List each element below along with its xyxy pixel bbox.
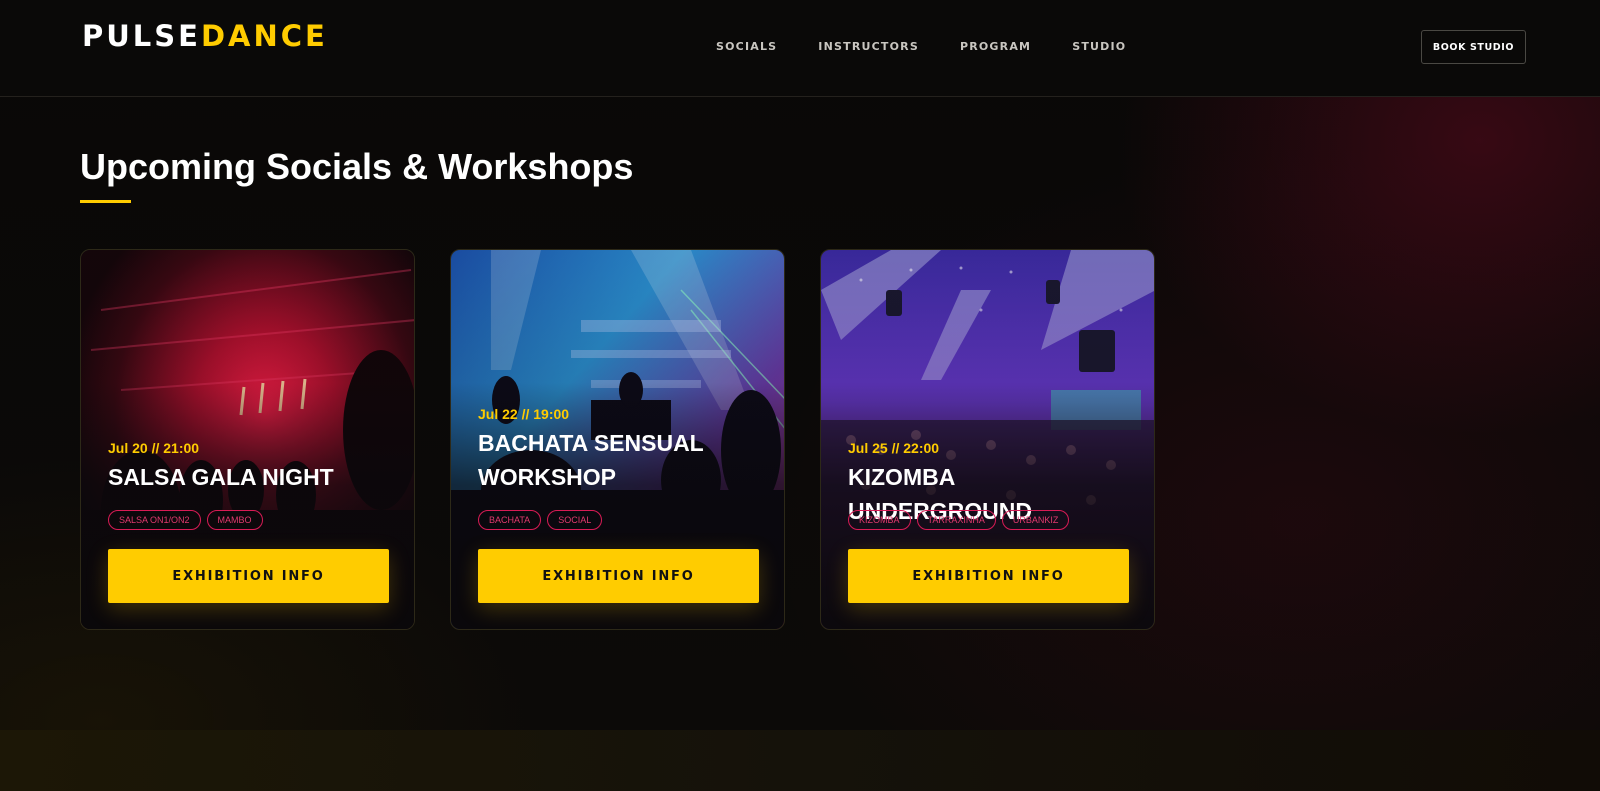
event-title: BACHATA SENSUAL WORKSHOP bbox=[478, 430, 704, 490]
nav-program[interactable]: PROGRAM bbox=[960, 40, 1031, 53]
next-section-band bbox=[0, 730, 1600, 791]
event-tag: TARRAXINHA bbox=[916, 510, 996, 530]
event-tag: MAMBO bbox=[206, 510, 263, 530]
event-tag: BACHATA bbox=[478, 510, 542, 530]
event-date: Jul 25 // 22:00 bbox=[848, 440, 940, 456]
event-date: Jul 22 // 19:00 bbox=[478, 406, 570, 422]
event-card-salsa: Jul 20 // 21:00 SALSA GALA NIGHT SALSA O… bbox=[80, 249, 415, 630]
event-tag: SOCIAL bbox=[547, 510, 603, 530]
event-tag: SALSA ON1/ON2 bbox=[108, 510, 201, 530]
brand-logo-part1: PULSE bbox=[82, 19, 201, 53]
event-tags: KIZOMBA TARRAXINHA URBANKIZ bbox=[848, 510, 1070, 530]
nav-socials[interactable]: SOCIALS bbox=[716, 40, 777, 53]
event-tags: BACHATA SOCIAL bbox=[478, 510, 603, 530]
event-date: Jul 20 // 21:00 bbox=[108, 440, 200, 456]
brand-logo[interactable]: PULSEDANCE bbox=[82, 21, 328, 51]
exhibition-info-button[interactable]: EXHIBITION INFO bbox=[478, 549, 759, 603]
exhibition-info-button[interactable]: EXHIBITION INFO bbox=[108, 549, 389, 603]
event-title: SALSA GALA NIGHT bbox=[108, 464, 334, 490]
nav-studio[interactable]: STUDIO bbox=[1072, 40, 1126, 53]
site-header: PULSEDANCE SOCIALS INSTRUCTORS PROGRAM S… bbox=[0, 0, 1600, 97]
book-studio-button[interactable]: BOOK STUDIO bbox=[1421, 30, 1526, 64]
section-title: Upcoming Socials & Workshops bbox=[80, 146, 634, 187]
nav-instructors[interactable]: INSTRUCTORS bbox=[818, 40, 919, 53]
exhibition-info-button[interactable]: EXHIBITION INFO bbox=[848, 549, 1129, 603]
title-underline bbox=[80, 200, 131, 203]
event-card-bachata: Jul 22 // 19:00 BACHATA SENSUAL WORKSHOP… bbox=[450, 249, 785, 630]
brand-logo-part2: DANCE bbox=[200, 19, 328, 53]
event-card-kizomba: Jul 25 // 22:00 KIZOMBA UNDERGROUND KIZO… bbox=[820, 249, 1155, 630]
main-nav: SOCIALS INSTRUCTORS PROGRAM STUDIO bbox=[716, 40, 1126, 53]
event-tags: SALSA ON1/ON2 MAMBO bbox=[108, 510, 263, 530]
event-tag: URBANKIZ bbox=[1001, 510, 1070, 530]
event-tag: KIZOMBA bbox=[848, 510, 911, 530]
